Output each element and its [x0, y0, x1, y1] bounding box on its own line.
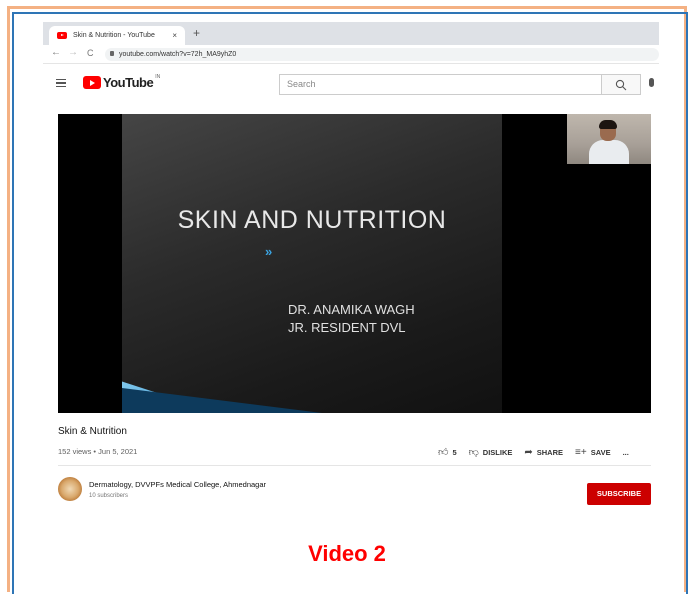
new-tab-button[interactable]: +	[193, 27, 200, 39]
address-bar-row: ← → C youtube.com/watch?v=72h_MA9yhZ0	[43, 45, 659, 64]
save-button[interactable]: ≡+ SAVE	[575, 447, 611, 458]
slide-presenter: DR. ANAMIKA WAGH JR. RESIDENT DVL	[288, 301, 415, 337]
dislike-button[interactable]: 👎︎ DISLIKE	[469, 446, 513, 458]
video-player[interactable]: SKIN AND NUTRITION » DR. ANAMIKA WAGH JR…	[58, 114, 651, 413]
presentation-slide: SKIN AND NUTRITION » DR. ANAMIKA WAGH JR…	[122, 114, 502, 413]
channel-name[interactable]: Dermatology, DVVPFs Medical College, Ahm…	[89, 480, 266, 489]
dislike-label: DISLIKE	[482, 447, 513, 457]
channel-avatar[interactable]	[58, 477, 82, 501]
search-input[interactable]: Search	[279, 74, 602, 95]
presenter-role: JR. RESIDENT DVL	[288, 320, 406, 335]
save-label: SAVE	[590, 447, 611, 457]
lock-icon	[110, 51, 114, 56]
close-tab-icon[interactable]: ×	[172, 31, 177, 40]
url-field[interactable]: youtube.com/watch?v=72h_MA9yhZ0	[105, 48, 659, 61]
thumbs-up-icon: 👍︎	[438, 447, 449, 458]
youtube-play-icon	[83, 76, 101, 89]
video-actions: 👍︎ 5 👎︎ DISLIKE ➦ SHARE ≡+ SAVE ...	[438, 446, 641, 459]
save-playlist-icon: ≡+	[575, 446, 587, 458]
thumbs-down-icon: 👎︎	[468, 447, 479, 458]
video-meta: 152 views • Jun 5, 2021	[58, 447, 138, 456]
subscriber-count: 10 subscribers	[89, 493, 129, 499]
browser-window: Skin & Nutrition - YouTube × + ← → C you…	[43, 22, 659, 514]
slide-title: SKIN AND NUTRITION	[177, 206, 447, 234]
slide-decor-band-dark	[122, 388, 322, 413]
youtube-wordmark: YouTube	[103, 75, 154, 90]
tab-title: Skin & Nutrition - YouTube	[73, 32, 155, 39]
presenter-body	[589, 140, 629, 164]
youtube-header: YouTube IN Search	[43, 64, 659, 104]
more-actions-button[interactable]: ...	[623, 448, 629, 457]
microphone-icon[interactable]	[649, 78, 654, 87]
more-icon: ...	[622, 447, 629, 457]
like-count: 5	[452, 447, 457, 457]
like-button[interactable]: 👍︎ 5	[438, 446, 457, 458]
reload-button[interactable]: C	[87, 48, 94, 58]
figure-caption: Video 2	[308, 541, 386, 566]
search-icon	[615, 79, 627, 91]
presenter-hair	[599, 120, 617, 129]
url-text: youtube.com/watch?v=72h_MA9yhZ0	[119, 51, 237, 58]
menu-icon[interactable]	[56, 79, 66, 87]
share-icon: ➦	[524, 446, 533, 458]
forward-button[interactable]: →	[68, 47, 78, 58]
youtube-logo[interactable]: YouTube IN	[83, 73, 161, 90]
region-code: IN	[155, 73, 161, 80]
presenter-name: DR. ANAMIKA WAGH	[288, 302, 415, 317]
subscribe-button[interactable]: SUBSCRIBE	[587, 483, 651, 505]
video-title: Skin & Nutrition	[58, 426, 127, 437]
slide-arrow-icon: »	[265, 244, 273, 259]
youtube-favicon-icon	[57, 32, 67, 39]
tab-bar: Skin & Nutrition - YouTube × +	[43, 22, 659, 45]
divider	[58, 465, 651, 466]
share-button[interactable]: ➦ SHARE	[524, 447, 563, 458]
webcam-overlay	[567, 114, 651, 164]
browser-tab[interactable]: Skin & Nutrition - YouTube ×	[49, 26, 185, 45]
back-button[interactable]: ←	[51, 47, 61, 58]
search-button[interactable]	[601, 74, 641, 95]
share-label: SHARE	[536, 447, 564, 457]
